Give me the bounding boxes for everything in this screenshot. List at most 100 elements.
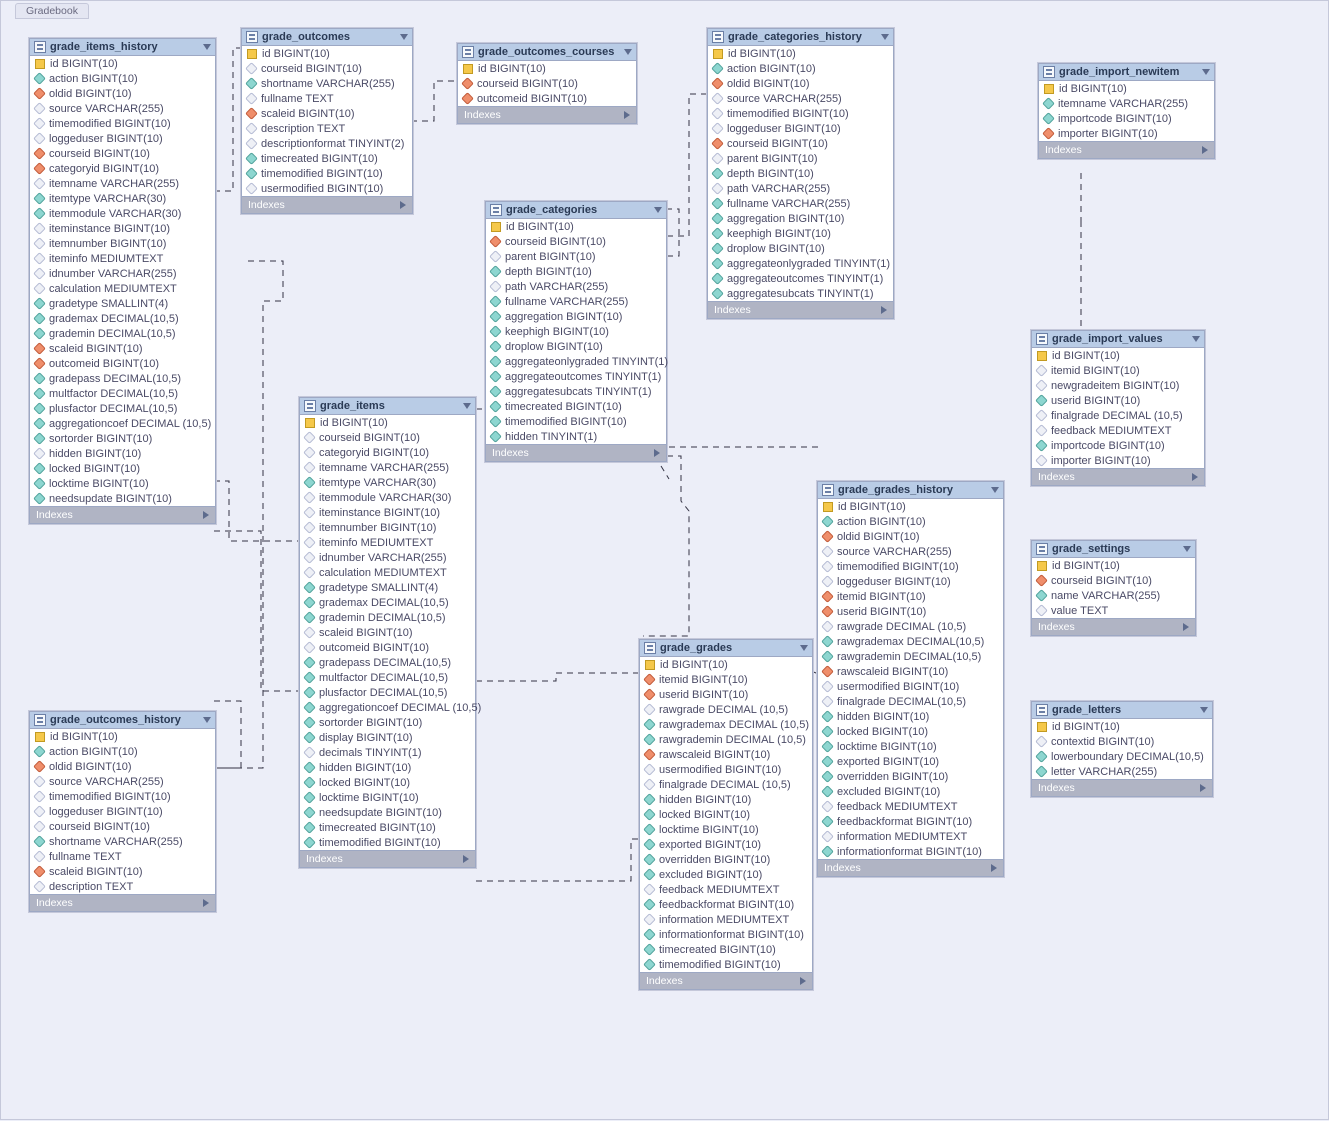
collapse-arrow-icon[interactable]: [654, 207, 662, 213]
column-row[interactable]: usermodified BIGINT(10): [818, 679, 1003, 694]
column-row[interactable]: timemodified BIGINT(10): [242, 166, 412, 181]
column-row[interactable]: locked BIGINT(10): [300, 775, 475, 790]
column-row[interactable]: fullname VARCHAR(255): [486, 294, 666, 309]
column-row[interactable]: oldid BIGINT(10): [818, 529, 1003, 544]
column-row[interactable]: finalgrade DECIMAL (10,5): [640, 777, 812, 792]
column-row[interactable]: timecreated BIGINT(10): [640, 942, 812, 957]
indexes-section[interactable]: Indexes: [708, 301, 893, 318]
column-row[interactable]: courseid BIGINT(10): [30, 146, 215, 161]
column-row[interactable]: hidden BIGINT(10): [818, 709, 1003, 724]
collapse-arrow-icon[interactable]: [1202, 69, 1210, 75]
column-row[interactable]: grademin DECIMAL(10,5): [30, 326, 215, 341]
collapse-arrow-icon[interactable]: [881, 34, 889, 40]
expand-arrow-icon[interactable]: [463, 855, 469, 863]
column-row[interactable]: grademax DECIMAL(10,5): [300, 595, 475, 610]
column-row[interactable]: description TEXT: [30, 879, 215, 894]
column-row[interactable]: rawgrademax DECIMAL(10,5): [818, 634, 1003, 649]
column-row[interactable]: parent BIGINT(10): [708, 151, 893, 166]
table-grade_grades[interactable]: grade_gradesid BIGINT(10)itemid BIGINT(1…: [639, 639, 813, 990]
indexes-section[interactable]: Indexes: [300, 850, 475, 867]
column-row[interactable]: scaleid BIGINT(10): [30, 341, 215, 356]
column-row[interactable]: hidden BIGINT(10): [640, 792, 812, 807]
column-row[interactable]: keephigh BIGINT(10): [708, 226, 893, 241]
column-row[interactable]: information MEDIUMTEXT: [640, 912, 812, 927]
column-row[interactable]: needsupdate BIGINT(10): [30, 491, 215, 506]
expand-arrow-icon[interactable]: [881, 306, 887, 314]
table-header[interactable]: grade_letters: [1032, 702, 1212, 719]
column-row[interactable]: aggregateonlygraded TINYINT(1): [486, 354, 666, 369]
column-row[interactable]: depth BIGINT(10): [708, 166, 893, 181]
expand-arrow-icon[interactable]: [624, 111, 630, 119]
column-row[interactable]: path VARCHAR(255): [708, 181, 893, 196]
column-row[interactable]: source VARCHAR(255): [818, 544, 1003, 559]
column-row[interactable]: itemmodule VARCHAR(30): [300, 490, 475, 505]
table-header[interactable]: grade_categories: [486, 202, 666, 219]
column-row[interactable]: id BIGINT(10): [708, 46, 893, 61]
column-row[interactable]: exported BIGINT(10): [818, 754, 1003, 769]
collapse-arrow-icon[interactable]: [400, 34, 408, 40]
collapse-arrow-icon[interactable]: [624, 49, 632, 55]
column-row[interactable]: loggeduser BIGINT(10): [818, 574, 1003, 589]
column-row[interactable]: action BIGINT(10): [30, 71, 215, 86]
column-row[interactable]: rawgrademin DECIMAL (10,5): [640, 732, 812, 747]
table-header[interactable]: grade_import_newitem: [1039, 64, 1214, 81]
column-row[interactable]: categoryid BIGINT(10): [30, 161, 215, 176]
column-row[interactable]: gradetype SMALLINT(4): [300, 580, 475, 595]
table-grade_outcomes[interactable]: grade_outcomesid BIGINT(10)courseid BIGI…: [241, 28, 413, 214]
table-header[interactable]: grade_import_values: [1032, 331, 1204, 348]
column-row[interactable]: name VARCHAR(255): [1032, 588, 1195, 603]
column-row[interactable]: importcode BIGINT(10): [1039, 111, 1214, 126]
table-header[interactable]: grade_outcomes_history: [30, 712, 215, 729]
table-header[interactable]: grade_settings: [1032, 541, 1195, 558]
table-header[interactable]: grade_items_history: [30, 39, 215, 56]
table-grade_import_newitem[interactable]: grade_import_newitemid BIGINT(10)itemnam…: [1038, 63, 1215, 159]
column-row[interactable]: iteminfo MEDIUMTEXT: [30, 251, 215, 266]
column-row[interactable]: source VARCHAR(255): [708, 91, 893, 106]
column-row[interactable]: newgradeitem BIGINT(10): [1032, 378, 1204, 393]
column-row[interactable]: feedback MEDIUMTEXT: [640, 882, 812, 897]
column-row[interactable]: courseid BIGINT(10): [708, 136, 893, 151]
column-row[interactable]: hidden BIGINT(10): [30, 446, 215, 461]
column-row[interactable]: multfactor DECIMAL(10,5): [300, 670, 475, 685]
column-row[interactable]: id BIGINT(10): [300, 415, 475, 430]
column-row[interactable]: information MEDIUMTEXT: [818, 829, 1003, 844]
column-row[interactable]: loggeduser BIGINT(10): [30, 131, 215, 146]
collapse-arrow-icon[interactable]: [463, 403, 471, 409]
column-row[interactable]: fullname TEXT: [242, 91, 412, 106]
indexes-section[interactable]: Indexes: [1032, 468, 1204, 485]
column-row[interactable]: description TEXT: [242, 121, 412, 136]
column-row[interactable]: idnumber VARCHAR(255): [30, 266, 215, 281]
column-row[interactable]: grademin DECIMAL(10,5): [300, 610, 475, 625]
table-header[interactable]: grade_outcomes_courses: [458, 44, 636, 61]
column-row[interactable]: lowerboundary DECIMAL(10,5): [1032, 749, 1212, 764]
column-row[interactable]: oldid BIGINT(10): [708, 76, 893, 91]
column-row[interactable]: locktime BIGINT(10): [300, 790, 475, 805]
table-grade_letters[interactable]: grade_lettersid BIGINT(10)contextid BIGI…: [1031, 701, 1213, 797]
column-row[interactable]: timemodified BIGINT(10): [30, 789, 215, 804]
column-row[interactable]: itemmodule VARCHAR(30): [30, 206, 215, 221]
table-grade_settings[interactable]: grade_settingsid BIGINT(10)courseid BIGI…: [1031, 540, 1196, 636]
indexes-section[interactable]: Indexes: [242, 196, 412, 213]
column-row[interactable]: courseid BIGINT(10): [486, 234, 666, 249]
column-row[interactable]: usermodified BIGINT(10): [640, 762, 812, 777]
table-grade_outcomes_courses[interactable]: grade_outcomes_coursesid BIGINT(10)cours…: [457, 43, 637, 124]
column-row[interactable]: itemnumber BIGINT(10): [300, 520, 475, 535]
column-row[interactable]: locktime BIGINT(10): [30, 476, 215, 491]
column-row[interactable]: itemid BIGINT(10): [818, 589, 1003, 604]
column-row[interactable]: rawscaleid BIGINT(10): [640, 747, 812, 762]
table-header[interactable]: grade_outcomes: [242, 29, 412, 46]
column-row[interactable]: courseid BIGINT(10): [458, 76, 636, 91]
column-row[interactable]: userid BIGINT(10): [1032, 393, 1204, 408]
column-row[interactable]: rawgrademax DECIMAL (10,5): [640, 717, 812, 732]
column-row[interactable]: letter VARCHAR(255): [1032, 764, 1212, 779]
column-row[interactable]: informationformat BIGINT(10): [818, 844, 1003, 859]
column-row[interactable]: calculation MEDIUMTEXT: [300, 565, 475, 580]
table-header[interactable]: grade_categories_history: [708, 29, 893, 46]
column-row[interactable]: itemtype VARCHAR(30): [300, 475, 475, 490]
indexes-section[interactable]: Indexes: [1032, 618, 1195, 635]
collapse-arrow-icon[interactable]: [1200, 707, 1208, 713]
column-row[interactable]: excluded BIGINT(10): [818, 784, 1003, 799]
column-row[interactable]: aggregationcoef DECIMAL (10,5): [300, 700, 475, 715]
column-row[interactable]: aggregateonlygraded TINYINT(1): [708, 256, 893, 271]
column-row[interactable]: depth BIGINT(10): [486, 264, 666, 279]
